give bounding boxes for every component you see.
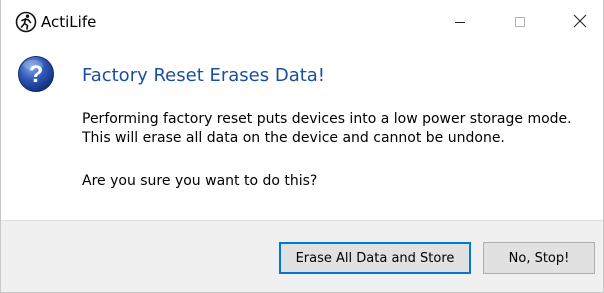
message-line: This will erase all data on the device a… bbox=[82, 130, 505, 146]
minimize-button[interactable] bbox=[437, 0, 483, 44]
title-bar[interactable]: ActiLife bbox=[1, 0, 603, 44]
actilife-runner-icon bbox=[15, 11, 37, 33]
dialog-window: ActiLife ? Factory Reset Erases Data! Pe… bbox=[0, 0, 604, 293]
confirmation-question: Are you sure you want to do this? bbox=[82, 173, 318, 189]
dialog-heading: Factory Reset Erases Data! bbox=[82, 65, 326, 86]
cancel-button[interactable]: No, Stop! bbox=[483, 242, 595, 274]
maximize-icon bbox=[514, 13, 526, 32]
message-line: Performing factory reset puts devices in… bbox=[82, 111, 572, 127]
close-icon bbox=[573, 13, 587, 32]
dialog-footer: Erase All Data and Store No, Stop! bbox=[1, 220, 603, 292]
svg-text:?: ? bbox=[29, 61, 44, 88]
erase-all-data-button[interactable]: Erase All Data and Store bbox=[279, 242, 471, 274]
question-icon: ? bbox=[17, 55, 55, 93]
maximize-button[interactable] bbox=[497, 0, 543, 44]
minimize-icon bbox=[454, 13, 466, 32]
dialog-message: Performing factory reset puts devices in… bbox=[82, 110, 592, 148]
window-title: ActiLife bbox=[41, 13, 97, 31]
dialog-content: ? Factory Reset Erases Data! Performing … bbox=[1, 44, 603, 220]
close-button[interactable] bbox=[557, 0, 603, 44]
